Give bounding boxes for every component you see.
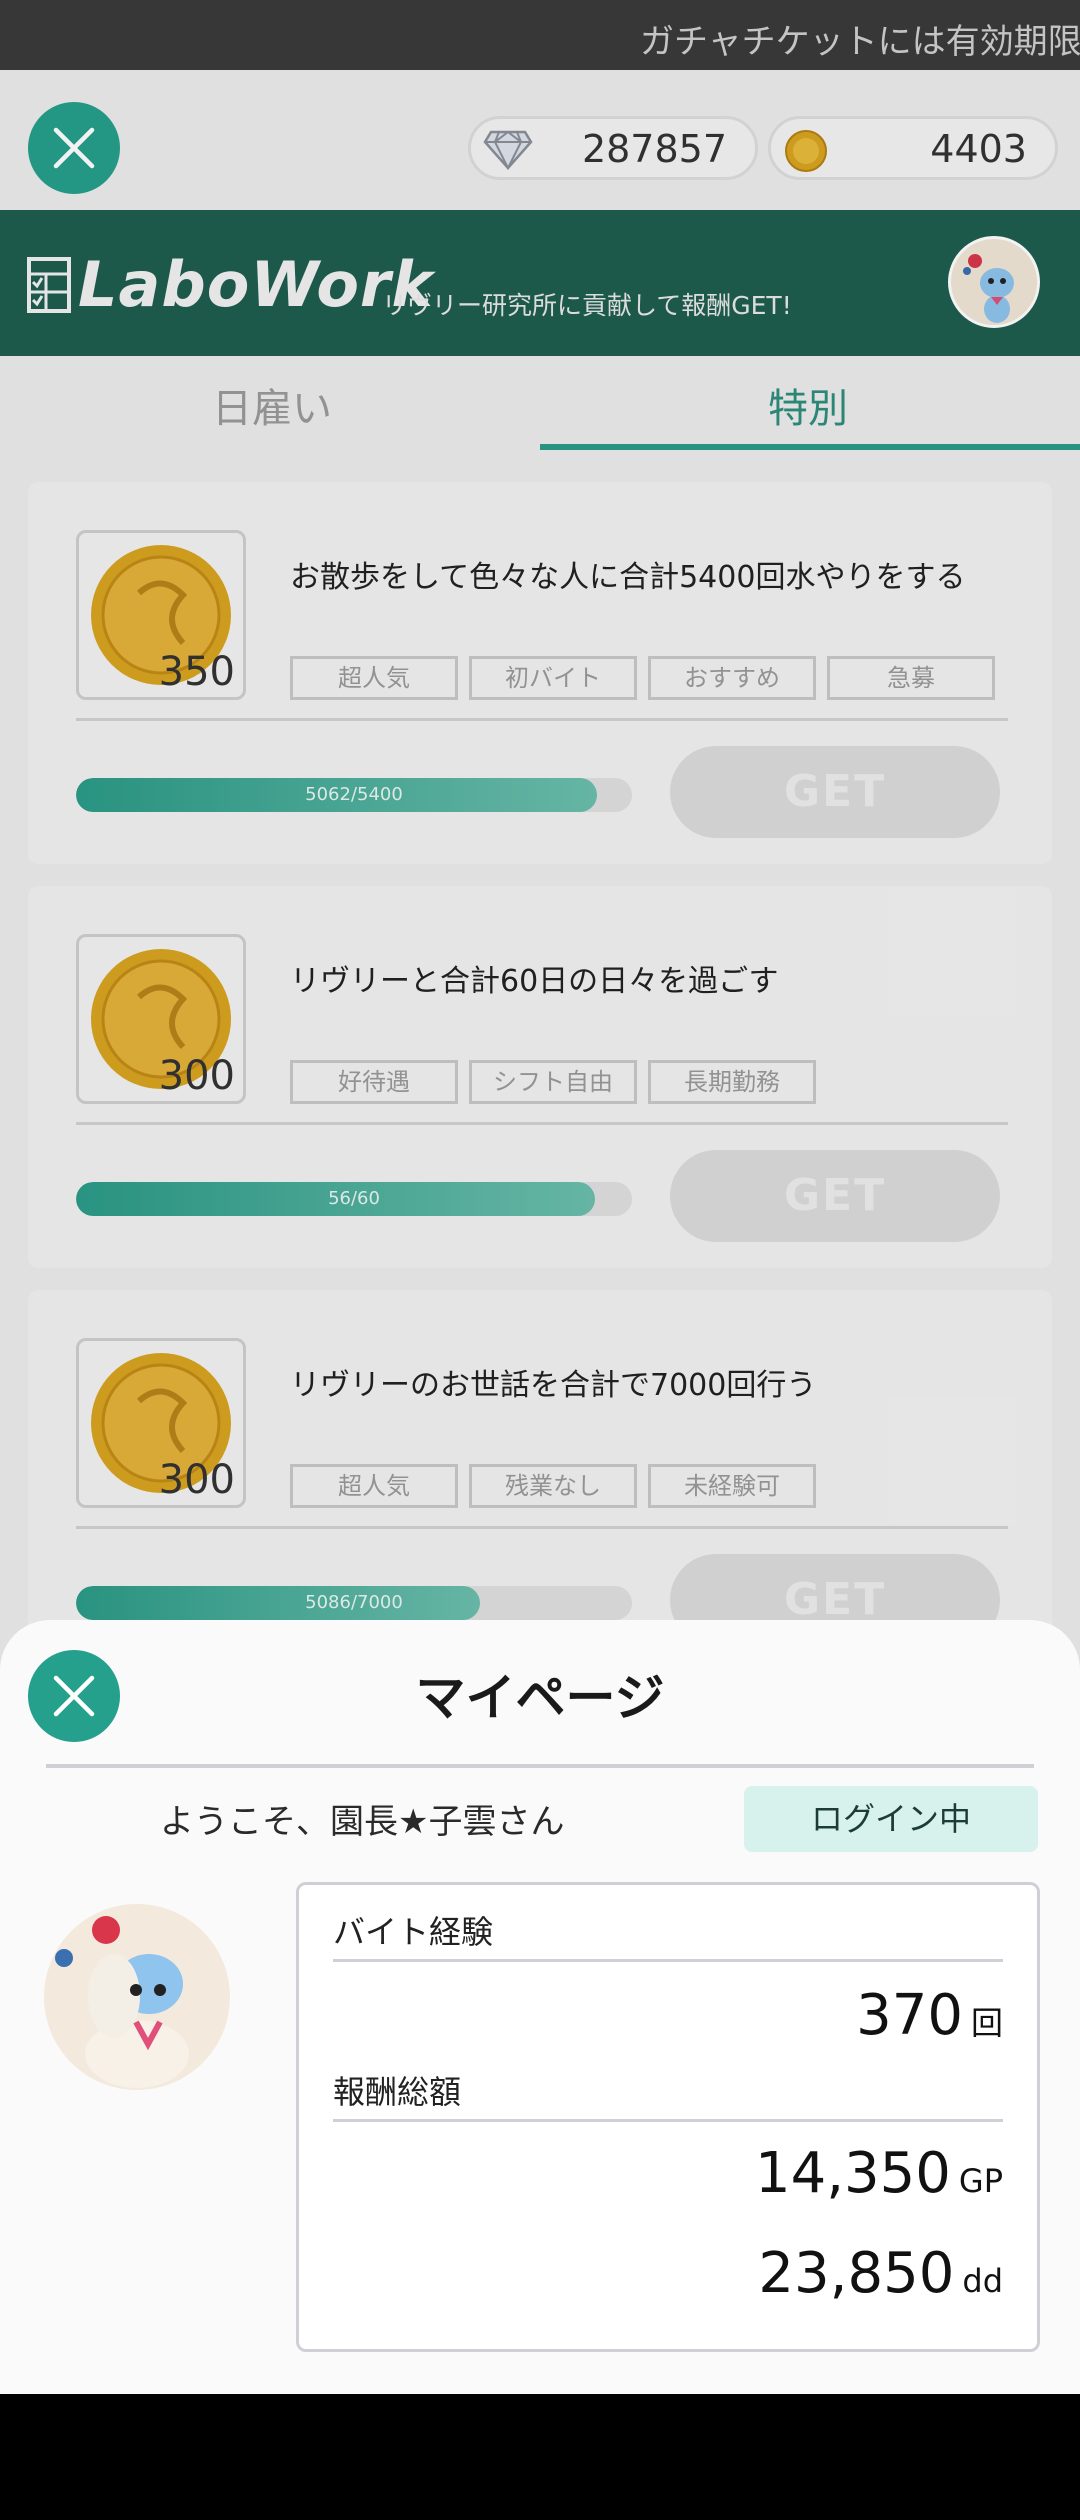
livly-avatar-icon bbox=[45, 1905, 229, 2089]
user-avatar bbox=[44, 1904, 230, 2090]
dd-total: 23,850 dd bbox=[758, 2241, 1003, 2306]
dd-unit: dd bbox=[962, 2262, 1003, 2300]
mypage-title: マイページ bbox=[415, 1669, 665, 1727]
welcome-text: ようこそ、園長★子雲さん bbox=[160, 1802, 565, 1842]
mypage-sheet: マイページ ようこそ、園長★子雲さん ログイン中 バイト経験 370 回 報酬総額… bbox=[0, 1620, 1080, 2394]
stats-panel: バイト経験 370 回 報酬総額 14,350 GP 23,850 dd bbox=[296, 1882, 1040, 2352]
login-status-badge: ログイン中 bbox=[744, 1786, 1038, 1852]
dd-value: 23,850 bbox=[758, 2241, 955, 2306]
system-bar bbox=[0, 2394, 1080, 2520]
sheet-divider bbox=[46, 1764, 1034, 1768]
experience-value: 370 bbox=[856, 1983, 963, 2048]
gp-total: 14,350 GP bbox=[755, 2141, 1003, 2206]
experience-unit: 回 bbox=[970, 2004, 1003, 2042]
app-screen: ガチャチケットには有効期限 287857 4403 LaboWork リヴリー研… bbox=[0, 0, 1080, 2520]
gp-unit: GP bbox=[958, 2162, 1003, 2200]
reward-total-label: 報酬総額 bbox=[333, 2073, 462, 2111]
experience-label: バイト経験 bbox=[333, 1913, 494, 1951]
stat-divider bbox=[333, 2119, 1003, 2122]
gp-value: 14,350 bbox=[754, 2141, 951, 2206]
experience-count: 370 回 bbox=[856, 1983, 1003, 2048]
stat-divider bbox=[333, 1959, 1003, 1962]
